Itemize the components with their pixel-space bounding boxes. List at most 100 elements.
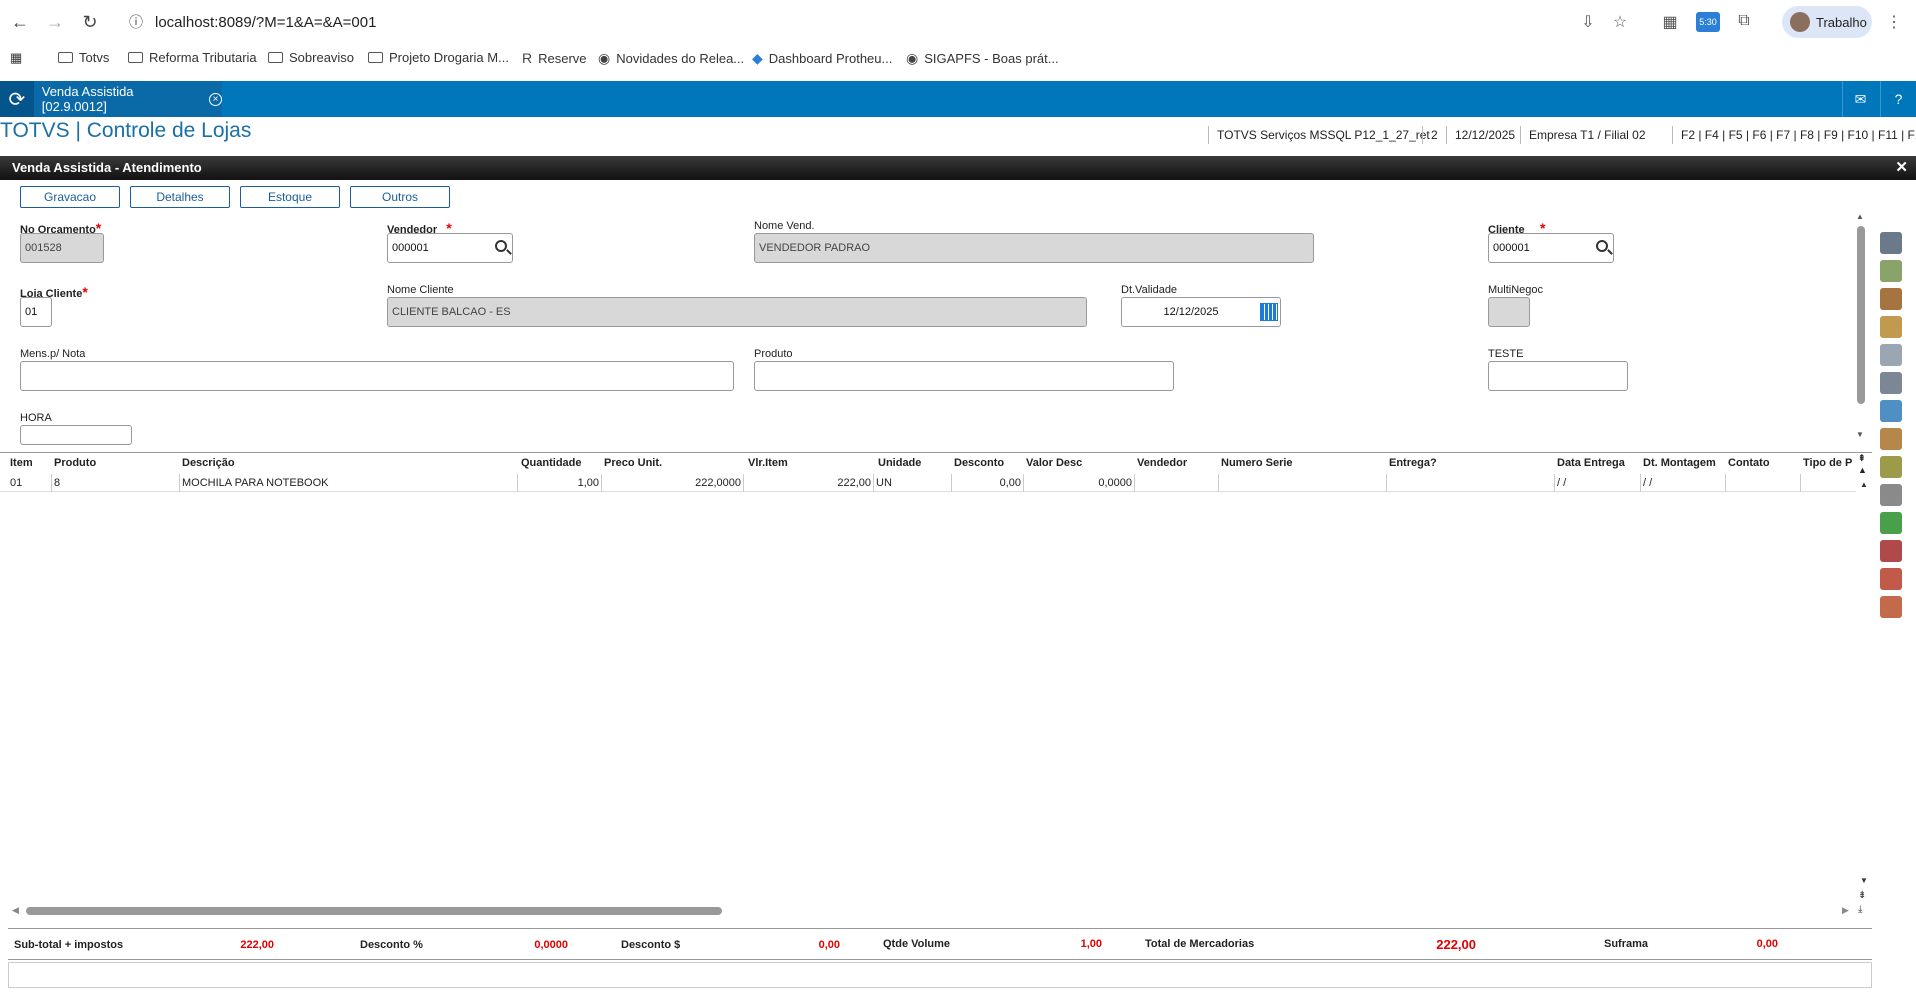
save-icon[interactable] [1880,232,1902,254]
bookmark-sigapfs[interactable]: ◉ SIGAPFS - Boas prát... [906,50,1059,67]
bookmark-projeto[interactable]: Projeto Drogaria M... [368,50,509,65]
grid-bottom-icon[interactable]: ⤓ [1858,904,1862,915]
box-icon[interactable] [1880,316,1902,338]
puzzle-icon[interactable]: ⧉ [1734,12,1754,32]
bookmark-reforma[interactable]: Reforma Tributaria [128,50,257,65]
edit-icon[interactable] [1880,260,1902,282]
mens-nota-field[interactable] [20,361,734,391]
col-header[interactable]: Desconto [954,457,1004,469]
dt-validade-label: Dt.Validade [1121,284,1178,296]
folder-icon [268,52,283,63]
col-header[interactable]: Produto [54,457,96,469]
scroll-down-icon[interactable]: ▼ [1856,430,1864,439]
cliente-field[interactable]: 000001 [1488,233,1614,263]
mail-icon[interactable]: ✉ [1842,81,1878,117]
grid-scroll-up-icon[interactable]: ▲ [1860,480,1868,489]
user-chat-icon[interactable] [1880,568,1902,590]
vendedor-field[interactable]: 000001 [387,233,513,263]
grid-scroll-down-icon[interactable]: ▼ [1860,876,1868,885]
col-header[interactable]: Dt. Montagem [1643,457,1716,469]
totals-bar: Sub-total + impostos 222,00 Desconto % 0… [8,928,1872,960]
scroll-up-icon[interactable]: ▲ [1856,212,1864,221]
system-date: 12/12/2025 [1446,126,1515,144]
key-icon[interactable] [1880,484,1902,506]
menu-icon[interactable]: ⋮ [1884,12,1904,32]
col-header[interactable]: Tipo de P [1803,457,1852,469]
page-title: TOTVS | Controle de Lojas [0,119,252,142]
bookmark-star-icon[interactable]: ☆ [1610,12,1630,32]
teste-field[interactable] [1488,361,1628,391]
loja-cliente-field[interactable]: 01 [20,297,52,327]
estoque-button[interactable]: Estoque [240,186,340,208]
door-exit-icon[interactable] [1880,288,1902,310]
search-doc-icon[interactable] [1880,344,1902,366]
teste-label: TESTE [1488,348,1524,360]
install-icon[interactable]: ⇩ [1578,12,1598,32]
table-row[interactable]: 01 8 MOCHILA PARA NOTEBOOK 1,00 222,0000… [0,474,1856,492]
timer-badge[interactable]: 5:30 [1696,12,1720,32]
form-scrollbar[interactable]: ▲ ▼ [1856,212,1866,444]
volume-value: 1,00 [1080,938,1102,950]
dt-validade-field[interactable]: 12/12/2025 [1121,297,1281,327]
scroll-left-icon[interactable]: ◀ [12,905,19,916]
search-icon[interactable] [1596,240,1608,252]
col-header[interactable]: Vlr.Item [748,457,788,469]
search-icon[interactable] [495,240,507,252]
apps-icon[interactable]: ▦ [10,50,22,66]
money-icon[interactable] [1880,456,1902,478]
grid-up-icon[interactable]: ▲ [1858,465,1867,475]
col-header[interactable]: Valor Desc [1026,457,1082,469]
extension-icon[interactable]: ▦ [1660,12,1680,32]
reload-icon[interactable]: ↻ [78,10,102,34]
produto-label: Produto [754,348,793,360]
back-icon[interactable]: ← [8,10,32,34]
col-header[interactable]: Entrega? [1389,457,1437,469]
bookmark-dashboard[interactable]: ◆ Dashboard Protheu... [752,50,892,67]
close-icon[interactable]: ✕ [1895,156,1908,180]
scroll-right-icon[interactable]: ▶ [1842,905,1849,916]
bookmark-reserve[interactable]: R Reserve [522,50,587,66]
site-info-icon[interactable]: ⓘ [124,10,148,34]
hora-field[interactable] [20,425,132,445]
bookmark-sobreaviso[interactable]: Sobreaviso [268,50,354,65]
col-header[interactable]: Vendedor [1137,457,1187,469]
gravacao-button[interactable]: Gravacao [20,186,120,208]
produto-field[interactable] [754,361,1174,391]
grid-top-icon[interactable]: ⇞ [1858,453,1866,464]
refresh-icon[interactable] [1880,512,1902,534]
profile-chip[interactable]: Trabalho [1782,6,1872,38]
bookmark-novidades[interactable]: ◉ Novidades do Relea... [598,50,744,67]
address-bar[interactable]: localhost:8089/?M=1&A=&A=001 [155,14,376,31]
users-icon[interactable] [1880,540,1902,562]
nome-cliente-label: Nome Cliente [387,284,454,296]
transfer-icon[interactable] [1880,400,1902,422]
cell-produto: 8 [52,474,180,492]
col-header[interactable]: Unidade [878,457,921,469]
col-header[interactable]: Numero Serie [1221,457,1293,469]
nome-vend-field: VENDEDOR PADRAO [754,233,1314,263]
outros-button[interactable]: Outros [350,186,450,208]
help-icon[interactable]: ? [1880,81,1916,117]
grid-page-down-icon[interactable]: ⇟ [1858,890,1866,901]
horizontal-scroll-thumb[interactable] [26,907,722,915]
col-header[interactable]: Item [10,457,33,469]
calendar-icon[interactable] [1260,303,1278,321]
package-icon[interactable] [1880,428,1902,450]
no-orcamento-field[interactable]: 001528 [20,233,104,263]
truck-icon[interactable] [1880,372,1902,394]
bookmark-label: Reserve [538,50,587,66]
detalhes-button[interactable]: Detalhes [130,186,230,208]
app-tab[interactable]: ⟳ Venda Assistida [02.9.0012] × [0,81,222,117]
company-branch: Empresa T1 / Filial 02 [1520,126,1646,144]
col-header[interactable]: Preco Unit. [604,457,662,469]
col-header[interactable]: Quantidade [521,457,582,469]
scroll-thumb[interactable] [1857,226,1865,404]
user-comment-icon[interactable] [1880,596,1902,618]
close-tab-icon[interactable]: × [209,92,222,106]
cell-preco: 222,0000 [602,474,744,492]
bookmark-totvs[interactable]: Totvs [58,50,109,65]
col-header[interactable]: Data Entrega [1557,457,1625,469]
forward-icon[interactable]: → [43,10,67,34]
col-header[interactable]: Contato [1728,457,1770,469]
col-header[interactable]: Descrição [182,457,235,469]
